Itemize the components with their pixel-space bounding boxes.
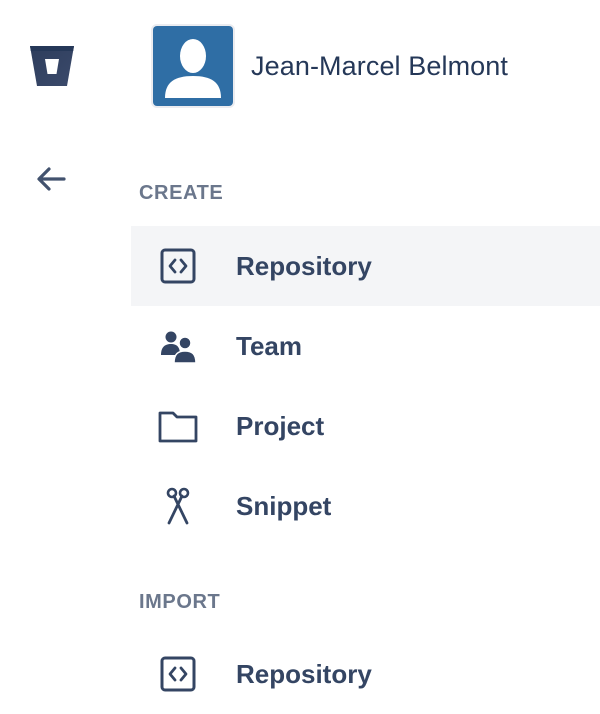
bitbucket-logo-icon[interactable] <box>29 44 75 88</box>
team-icon <box>158 326 198 366</box>
user-profile[interactable]: Jean-Marcel Belmont <box>151 22 508 110</box>
create-project-label: Project <box>236 410 325 441</box>
create-team-label: Team <box>236 330 302 361</box>
create-menu-panel: Jean-Marcel Belmont CREATE Repository Te… <box>0 0 600 714</box>
avatar[interactable] <box>151 24 235 108</box>
import-repository-label: Repository <box>236 658 372 689</box>
back-arrow-icon[interactable] <box>34 164 68 194</box>
import-repository-item[interactable]: Repository <box>131 634 600 714</box>
import-section-header: IMPORT <box>139 591 221 613</box>
scissors-icon <box>158 486 198 526</box>
create-snippet-label: Snippet <box>236 490 332 521</box>
create-repository-label: Repository <box>236 250 372 281</box>
code-bracket-icon <box>158 654 198 694</box>
create-snippet-item[interactable]: Snippet <box>131 466 600 546</box>
code-bracket-icon <box>158 246 198 286</box>
create-section-header: CREATE <box>139 182 224 204</box>
user-name: Jean-Marcel Belmont <box>251 50 509 81</box>
create-repository-item[interactable]: Repository <box>131 226 600 306</box>
create-team-item[interactable]: Team <box>131 306 600 386</box>
default-avatar-icon <box>153 26 233 106</box>
folder-icon <box>158 406 198 446</box>
create-project-item[interactable]: Project <box>131 386 600 466</box>
